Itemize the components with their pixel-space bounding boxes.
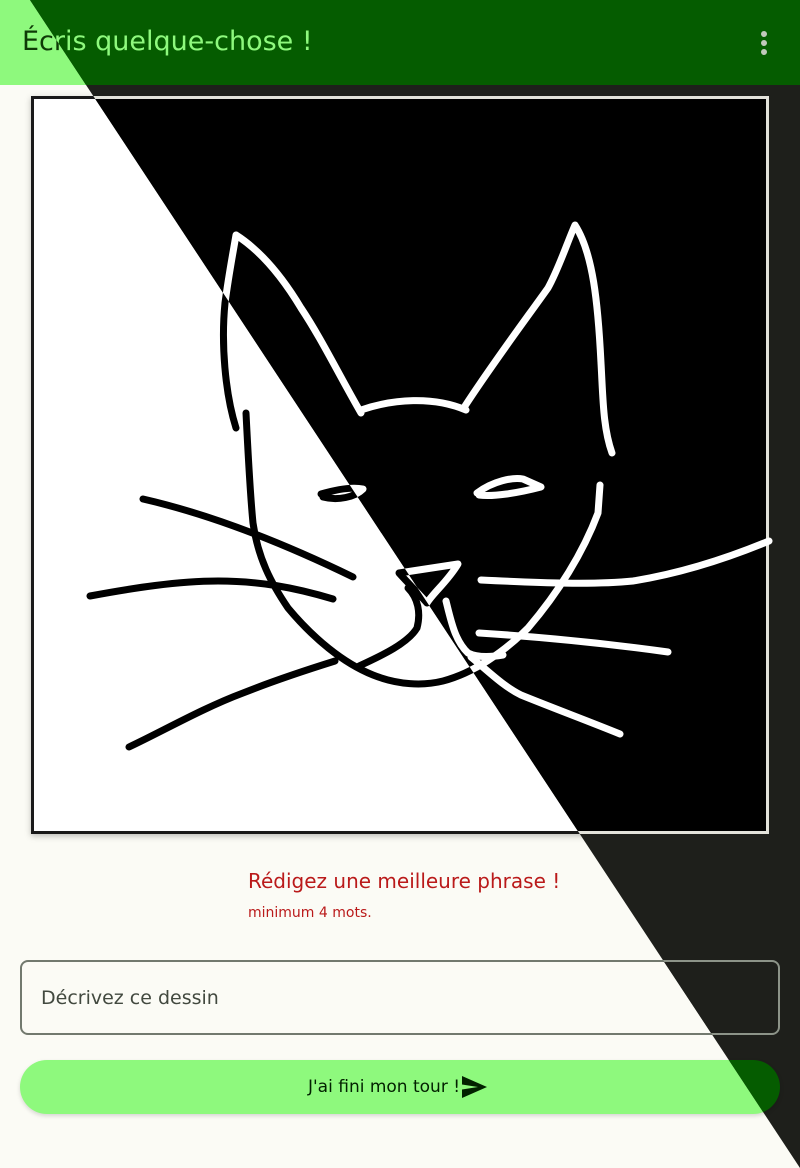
description-field[interactable] (20, 960, 780, 1035)
validation-hint: minimum 4 mots. (248, 905, 372, 921)
screen: Écris quelque-chose ! (0, 0, 800, 1168)
validation-error-message: Rédigez une meilleure phrase ! (248, 869, 561, 893)
description-input[interactable] (41, 982, 741, 1014)
finish-turn-button[interactable]: J'ai fini mon tour ! (20, 1060, 780, 1114)
finish-turn-label: J'ai fini mon tour ! (308, 1077, 461, 1097)
send-icon (462, 1076, 487, 1098)
